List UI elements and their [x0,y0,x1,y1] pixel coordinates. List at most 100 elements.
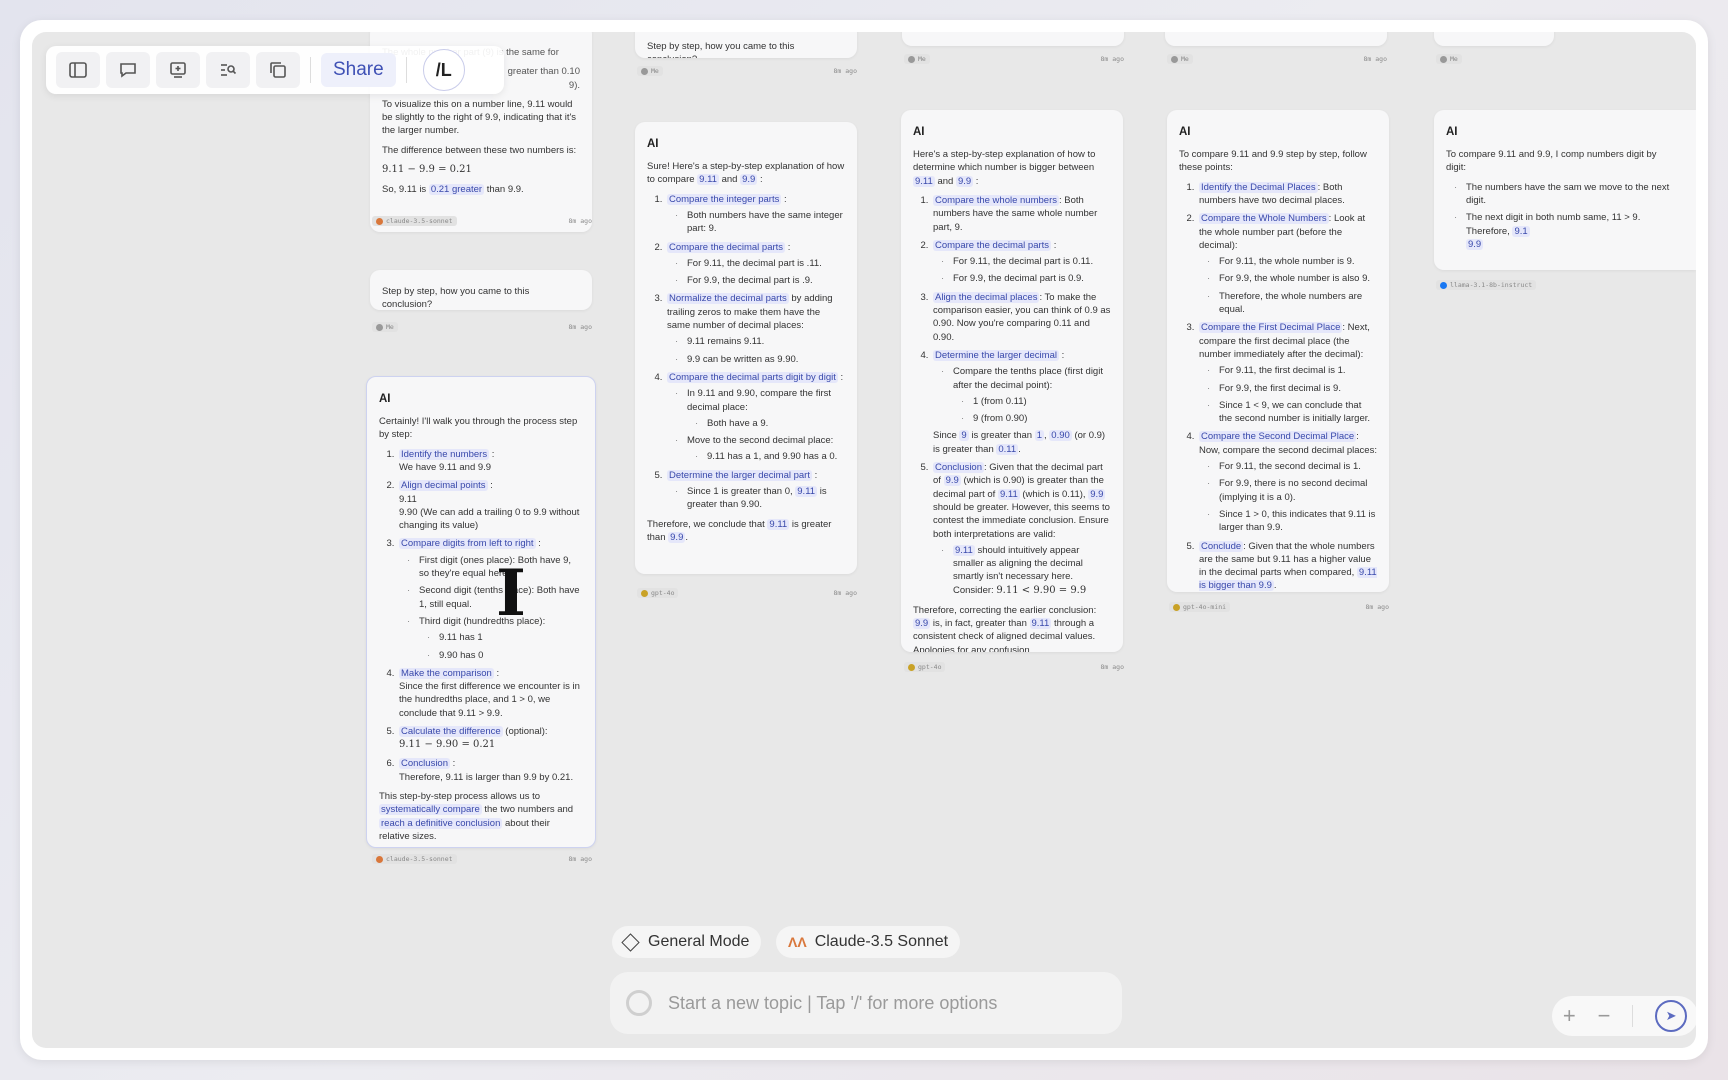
step: Calculate the difference (optional):9.11… [397,725,583,752]
zoom-in-button[interactable]: + [1563,1003,1576,1029]
ai-label: AI [379,393,391,405]
app-logo[interactable]: /L [422,49,465,91]
card-text: Sure! Here's a step-by-step explanation … [647,161,845,186]
model-selector[interactable]: ΛΛ Claude-3.5 Sonnet [776,926,961,958]
diamond-icon [621,932,640,952]
step: Compare the whole numbers: Both numbers … [931,194,1111,234]
steps-list: Compare the integer parts :Both numbers … [647,193,845,512]
card-text: The difference between these two numbers… [382,144,577,156]
search-list-button[interactable] [206,52,250,88]
toolbar-divider [405,57,407,83]
step: Compare the Second Decimal Place: Now, c… [1197,430,1377,534]
anthropic-icon [376,217,383,225]
toolbar-divider [310,57,311,83]
timestamp: 8m ago [568,217,592,225]
timestamp: 8m ago [833,67,857,75]
model-chip: gpt-4o [637,588,679,598]
user-question-card[interactable]: Step by step, how you came to this concl… [370,270,592,310]
user-avatar-icon [1171,55,1178,63]
ai-label: AI [1446,126,1458,138]
model-chip: gpt-4o [904,662,946,672]
user-avatar-icon [641,67,648,75]
zoom-out-button[interactable]: − [1598,1003,1611,1029]
chat-button[interactable] [106,52,150,88]
toggle-sidebar-button[interactable] [56,52,100,88]
step: Compare the decimal parts digit by digit… [665,371,845,464]
openai-icon [908,663,915,671]
conversation-canvas[interactable]: The whole number part (9) is the same fo… [32,32,1696,1048]
duplicate-icon [270,62,286,78]
ai-response-card-4[interactable]: AI To compare 9.11 and 9.9 step by step,… [1167,110,1389,592]
ai-label: AI [913,126,925,138]
meta-icon [1440,281,1447,289]
message-meta: Me 8m ago [372,320,592,334]
card-text: Here's a step-by-step explanation of how… [913,149,1096,187]
user-question-card[interactable] [1165,32,1387,46]
card-text: Certainly! I'll walk you through the pro… [379,416,578,441]
ai-response-card-1[interactable]: AI Certainly! I'll walk you through the … [366,376,596,848]
step: Conclusion :Therefore, 9.11 is larger th… [397,757,583,784]
step: Normalize the decimal parts by adding tr… [665,292,845,366]
message-meta: claude-3.5-sonnet 8m ago [372,214,592,228]
user-avatar-icon [908,55,915,63]
step: Identify the numbers :We have 9.11 and 9… [397,448,583,475]
anthropic-icon [376,855,383,863]
user-chip: Me [1167,54,1193,64]
mode-selector[interactable]: General Mode [612,926,762,958]
message-meta: Me 8m ago [637,64,857,78]
mode-label: General Mode [648,933,750,950]
loading-circle-icon [626,990,652,1016]
steps-list: Identify the Decimal Places: Both number… [1179,181,1377,592]
step: Conclude: Given that the whole numbers a… [1197,540,1377,592]
ai-response-card-2[interactable]: AI Sure! Here's a step-by-step explanati… [635,122,857,574]
timestamp: 8m ago [1363,55,1387,63]
user-question-card[interactable] [902,32,1124,46]
card-text: To compare 9.11 and 9.9 step by step, fo… [1179,149,1367,174]
duplicate-button[interactable] [256,52,300,88]
model-label: Claude-3.5 Sonnet [814,933,949,950]
timestamp: 8m ago [1100,663,1124,671]
card-text: To visualize this on a number line, 9.11… [382,98,577,137]
message-meta: gpt-4o 8m ago [637,586,857,600]
add-frame-icon [170,62,186,78]
user-chip: Me [372,322,398,332]
compass-icon[interactable]: ➤ [1655,1000,1688,1032]
zoom-controls: + − ➤ [1552,996,1698,1036]
message-meta: Me 8m ago [904,52,1124,66]
bullet-list: The numbers have the sam we move to the … [1446,181,1672,251]
openai-icon [1173,603,1180,611]
user-question-card[interactable] [1434,32,1554,46]
ai-response-card-5[interactable]: AI To compare 9.11 and 9.9, I comp numbe… [1434,110,1696,270]
user-question-card[interactable]: Step by step, how you came to this concl… [635,32,857,58]
share-button[interactable]: Share [321,53,396,87]
message-meta: gpt-4o-mini 8m ago [1169,600,1389,614]
steps-list: Compare the whole numbers: Both numbers … [913,194,1111,598]
step: Compare the Whole Numbers: Look at the w… [1197,212,1377,316]
sidebar-icon [69,62,87,78]
message-meta: Me 8m ago [1167,52,1387,66]
step: Compare digits from left to right : Firs… [397,537,583,662]
add-frame-button[interactable] [156,52,200,88]
message-meta: llama-3.1-8b-instruct [1436,278,1596,292]
message-meta: gpt-4o 8m ago [904,660,1124,674]
model-chip: llama-3.1-8b-instruct [1436,280,1537,290]
ai-response-card-3[interactable]: AI Here's a step-by-step explanation of … [901,110,1123,652]
model-chip: claude-3.5-sonnet [372,854,457,864]
step: Compare the integer parts :Both numbers … [665,193,845,236]
step: Determine the larger decimal part :Since… [665,469,845,512]
timestamp: 8m ago [568,855,592,863]
card-text: So, 9.11 is 0.21 greater than 9.9. [382,184,524,196]
card-text: Therefore, correcting the earlier conclu… [913,604,1097,652]
zoom-divider [1632,1005,1634,1027]
new-topic-input[interactable]: Start a new topic | Tap '/' for more opt… [610,972,1122,1034]
user-chip: Me [1436,54,1462,64]
step: Conclusion: Given that the decimal part … [931,461,1111,598]
text-cursor-icon: I [496,556,526,631]
math-expression: 9.11 − 9.9 = 0.21 [382,164,472,176]
card-text: Therefore, we conclude that 9.11 is grea… [647,518,832,543]
step: Identify the Decimal Places: Both number… [1197,181,1377,208]
timestamp: 8m ago [1100,55,1124,63]
ai-label: AI [1179,126,1191,138]
step: Align decimal points :9.119.90 (We can a… [397,479,583,532]
chat-bubble-icon [120,63,136,78]
